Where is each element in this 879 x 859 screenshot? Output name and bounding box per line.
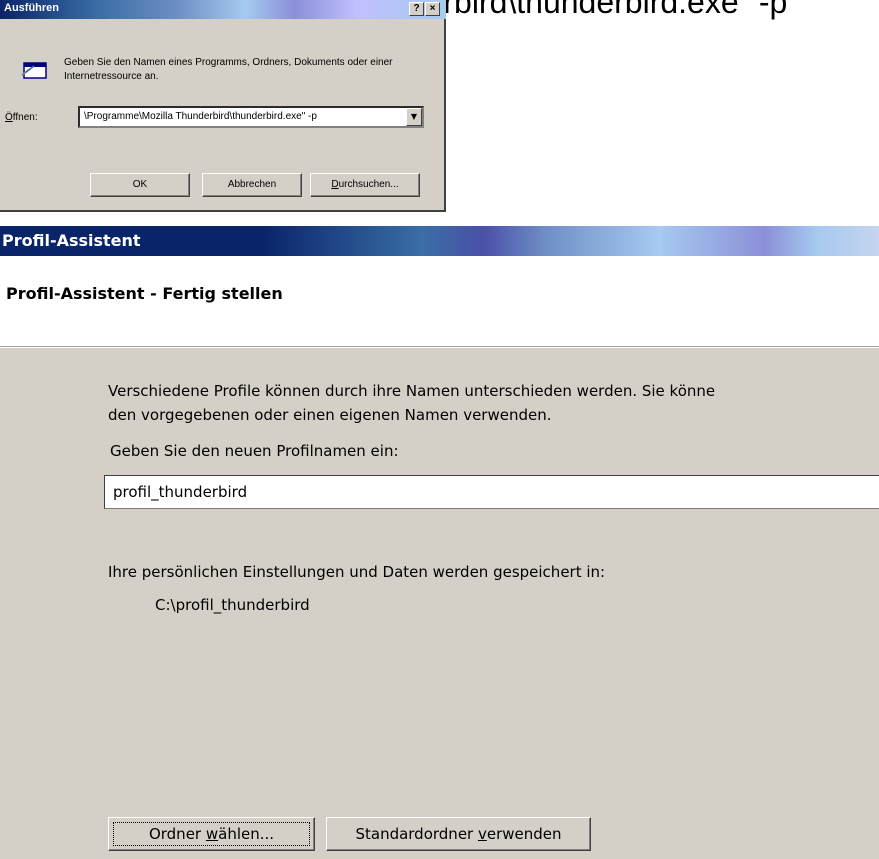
profile-assistant-title: Profil-Assistent [2,231,141,250]
run-program-icon [21,62,47,79]
browse-button[interactable]: Durchsuchen... [310,173,420,197]
wizard-heading: Profil-Assistent - Fertig stellen [6,284,283,303]
open-label: Öffnen: [5,112,38,123]
profile-assistant-titlebar[interactable]: Profil-Assistent [0,226,879,256]
use-default-folder-button[interactable]: Standardordner verwenden [326,817,591,851]
chevron-down-icon[interactable]: ▼ [406,108,422,126]
storage-label: Ihre persönlichen Einstellungen und Date… [108,563,606,581]
help-button[interactable]: ? [409,2,424,16]
run-description: Geben Sie den Namen eines Programms, Ord… [64,57,393,82]
open-combobox[interactable]: \Programme\Mozilla Thunderbird\thunderbi… [78,106,424,128]
cancel-button[interactable]: Abbrechen [202,173,302,197]
ok-button[interactable]: OK [90,173,190,197]
close-button[interactable]: × [425,2,440,16]
intro-line-2: den vorgegebenen oder einen eigenen Name… [108,406,552,424]
run-dialog-title: Ausführen [4,2,59,14]
open-input-value[interactable]: \Programme\Mozilla Thunderbird\thunderbi… [84,111,317,122]
run-dialog-titlebar[interactable]: Ausführen ? × [0,0,446,19]
profile-name-value[interactable]: profil_thunderbird [113,483,247,501]
wizard-header: Profil-Assistent - Fertig stellen [0,256,879,347]
profile-name-prompt: Geben Sie den neuen Profilnamen ein: [110,442,399,460]
choose-folder-button[interactable]: Ordner wählen... [108,817,315,851]
storage-path: C:\profil_thunderbird [155,596,310,614]
intro-line-1: Verschiedene Profile können durch ihre N… [108,382,716,400]
profile-name-input[interactable]: profil_thunderbird [104,475,879,509]
run-dialog: Ausführen ? × Geben Sie den Namen eines … [0,0,446,212]
